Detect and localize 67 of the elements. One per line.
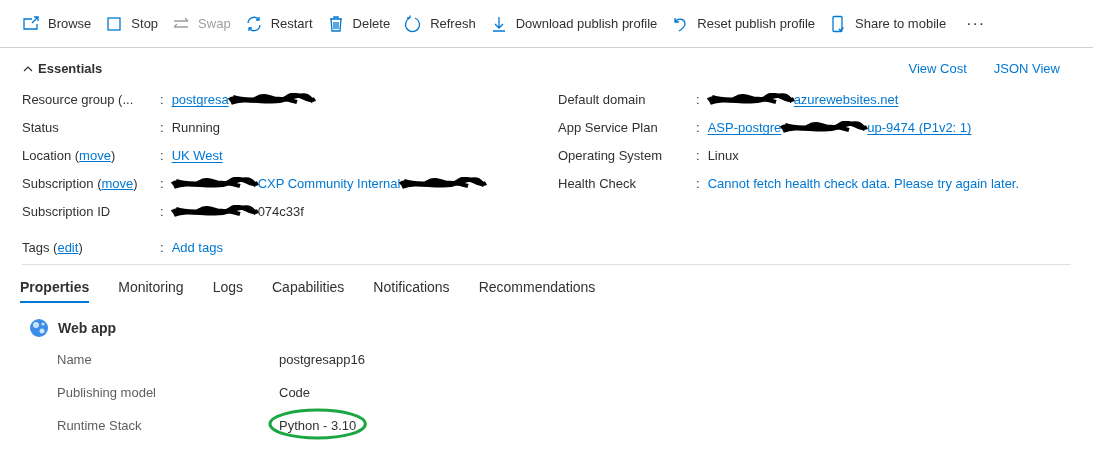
field-label: Health Check	[558, 175, 637, 194]
tab[interactable]: Properties	[20, 273, 90, 303]
tab[interactable]: Logs	[212, 273, 243, 303]
globe-icon	[29, 318, 49, 338]
toolbar-button[interactable]: Delete	[324, 7, 393, 40]
colon: :	[696, 175, 700, 194]
toolbar-button[interactable]: Reset publish profile	[669, 7, 818, 40]
colon: :	[160, 175, 164, 194]
paren: )	[133, 175, 138, 194]
property-label: Name	[56, 350, 93, 369]
colon: :	[160, 91, 164, 110]
restart-icon	[244, 14, 263, 33]
field-label: Location (	[22, 147, 80, 166]
colon: :	[160, 119, 164, 138]
label-link[interactable]: move	[101, 174, 134, 194]
section-title: Web app	[58, 318, 117, 338]
tab[interactable]: Capabilities	[272, 273, 345, 303]
field-label: Operating System	[558, 147, 663, 166]
more-button[interactable]: ···	[958, 11, 994, 36]
property-label: Publishing model	[56, 383, 157, 402]
essentials-toggle[interactable]: Essentials	[22, 59, 103, 79]
paren: )	[110, 147, 116, 166]
field-label: Subscription (	[22, 175, 102, 194]
toolbar-button[interactable]: Restart	[242, 7, 315, 40]
colon: :	[696, 119, 700, 138]
stop-icon	[105, 14, 124, 33]
tab[interactable]: Notifications	[373, 273, 450, 303]
value-text: Running	[171, 119, 221, 138]
header-link[interactable]: JSON View	[993, 59, 1060, 79]
value-link[interactable]: azurewebsites.net	[793, 90, 899, 110]
toolbar-button[interactable]: Stop	[103, 7, 161, 40]
colon: :	[160, 147, 164, 166]
property-value: postgresapp16	[279, 351, 365, 367]
field-label: Tags (	[22, 239, 58, 258]
value-link[interactable]: ASP-postgre	[707, 118, 782, 138]
colon: :	[160, 239, 164, 258]
tab[interactable]: Monitoring	[118, 273, 184, 303]
field-label: Subscription ID	[22, 203, 111, 222]
field-label: Default domain	[558, 91, 646, 110]
colon: :	[696, 147, 700, 166]
add-tags-link[interactable]: Add tags	[171, 238, 223, 258]
value-link[interactable]: CXP Community Internal	[257, 174, 401, 194]
property-value: Python - 3.10	[279, 417, 357, 433]
value-text: 074c33f	[257, 203, 304, 222]
label-link[interactable]: move	[79, 146, 111, 166]
value-link[interactable]: up-9474 (P1v2: 1)	[867, 118, 972, 138]
open-window-icon	[22, 14, 40, 33]
value-link[interactable]: postgresa	[171, 90, 229, 110]
toolbar-button[interactable]: Browse	[20, 7, 94, 40]
toolbar-button[interactable]: Download publish profile	[487, 7, 660, 40]
tab[interactable]: Recommendations	[478, 273, 596, 303]
field-label: App Service Plan	[558, 119, 658, 138]
value-text: Linux	[707, 147, 739, 166]
value-link[interactable]: UK West	[171, 146, 223, 166]
header-link[interactable]: View Cost	[908, 59, 967, 79]
colon: :	[696, 91, 700, 110]
label-link[interactable]: edit	[57, 238, 79, 258]
property-label: Runtime Stack	[56, 416, 143, 435]
colon: :	[160, 203, 164, 222]
field-label: Resource group (...	[22, 91, 134, 110]
field-label: Status	[22, 119, 59, 138]
property-value: Code	[279, 384, 311, 400]
refresh-icon	[404, 14, 423, 33]
value-link[interactable]: Cannot fetch health check data. Please try again later.	[707, 174, 1020, 194]
toolbar-button[interactable]: Share to mobile	[827, 7, 949, 40]
toolbar-button[interactable]: Refresh	[402, 7, 478, 40]
paren: )	[78, 239, 83, 258]
